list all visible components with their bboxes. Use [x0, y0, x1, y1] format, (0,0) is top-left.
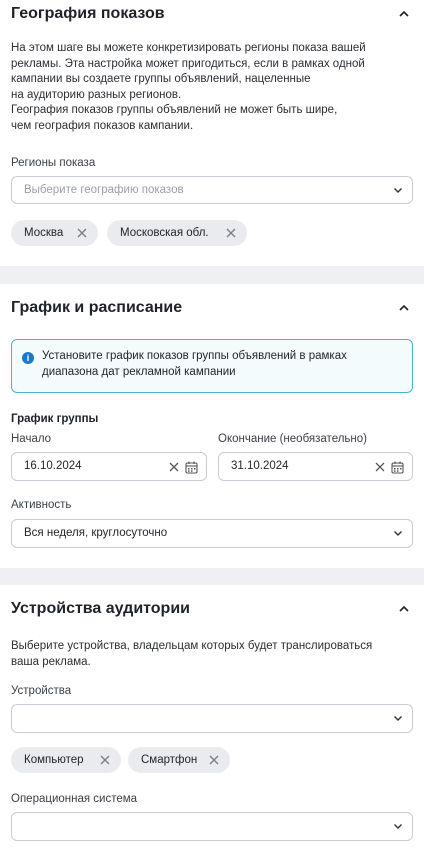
- close-icon[interactable]: [375, 462, 385, 472]
- chevron-up-icon[interactable]: [398, 605, 410, 615]
- close-icon[interactable]: [225, 227, 237, 239]
- chevron-up-icon[interactable]: [398, 10, 410, 20]
- activity-label: Активность: [11, 499, 72, 511]
- start-date-input[interactable]: 16.10.2024: [11, 452, 207, 481]
- geo-title: География показов: [11, 5, 165, 22]
- os-label: Операционная система: [11, 793, 138, 805]
- schedule-info-text: Установите график показов группы объявле…: [42, 350, 347, 378]
- group-schedule-label: График группы: [11, 413, 99, 425]
- chevron-down-icon: [394, 188, 402, 193]
- devices-section: Устройства аудитории Выберите устройства…: [0, 585, 424, 855]
- calendar-icon[interactable]: [391, 461, 404, 474]
- chevron-down-icon: [394, 531, 402, 536]
- chevron-down-icon: [394, 716, 402, 721]
- device-chip-computer: Компьютер: [11, 747, 121, 773]
- close-icon[interactable]: [76, 227, 88, 239]
- regions-label: Регионы показа: [11, 157, 96, 169]
- geo-description: На этом шаге вы можете конкретизировать …: [11, 42, 366, 132]
- close-icon[interactable]: [208, 754, 220, 766]
- end-date-value: 31.10.2024: [231, 460, 289, 472]
- schedule-section: График и расписание i Установите график …: [0, 284, 424, 568]
- chip-label: Компьютер: [24, 754, 84, 766]
- schedule-info-box: i Установите график показов группы объяв…: [11, 339, 413, 393]
- geo-section: География показов На этом шаге вы можете…: [0, 0, 424, 266]
- close-icon[interactable]: [99, 754, 111, 766]
- device-chip-smartphone: Смартфон: [128, 747, 230, 773]
- chip-label: Москва: [24, 227, 64, 239]
- date-actions: [169, 460, 198, 474]
- calendar-icon[interactable]: [185, 461, 198, 474]
- devices-description: Выберите устройства, владельцам которых …: [11, 640, 373, 668]
- info-icon: i: [22, 352, 34, 364]
- chevron-down-icon: [394, 824, 402, 829]
- regions-placeholder: Выберите географию показов: [24, 184, 184, 196]
- regions-select[interactable]: Выберите географию показов: [11, 176, 413, 204]
- devices-label: Устройства: [11, 685, 72, 697]
- region-chip-moscow: Москва: [11, 220, 98, 246]
- start-label: Начало: [11, 433, 52, 445]
- devices-select[interactable]: [11, 704, 413, 733]
- region-chip-moscow-oblast: Московская обл.: [107, 220, 247, 246]
- schedule-title: График и расписание: [11, 299, 183, 316]
- start-date-value: 16.10.2024: [24, 460, 82, 472]
- chip-label: Смартфон: [141, 754, 198, 766]
- close-icon[interactable]: [169, 462, 179, 472]
- os-select[interactable]: [11, 812, 413, 841]
- chip-label: Московская обл.: [120, 227, 209, 239]
- chevron-up-icon[interactable]: [398, 304, 410, 314]
- activity-select[interactable]: Вся неделя, круглосуточно: [11, 519, 413, 548]
- end-label: Окончание (необязательно): [218, 433, 367, 445]
- activity-value: Вся неделя, круглосуточно: [24, 527, 168, 539]
- devices-title: Устройства аудитории: [11, 600, 190, 617]
- end-date-input[interactable]: 31.10.2024: [218, 452, 413, 481]
- date-actions: [375, 460, 404, 474]
